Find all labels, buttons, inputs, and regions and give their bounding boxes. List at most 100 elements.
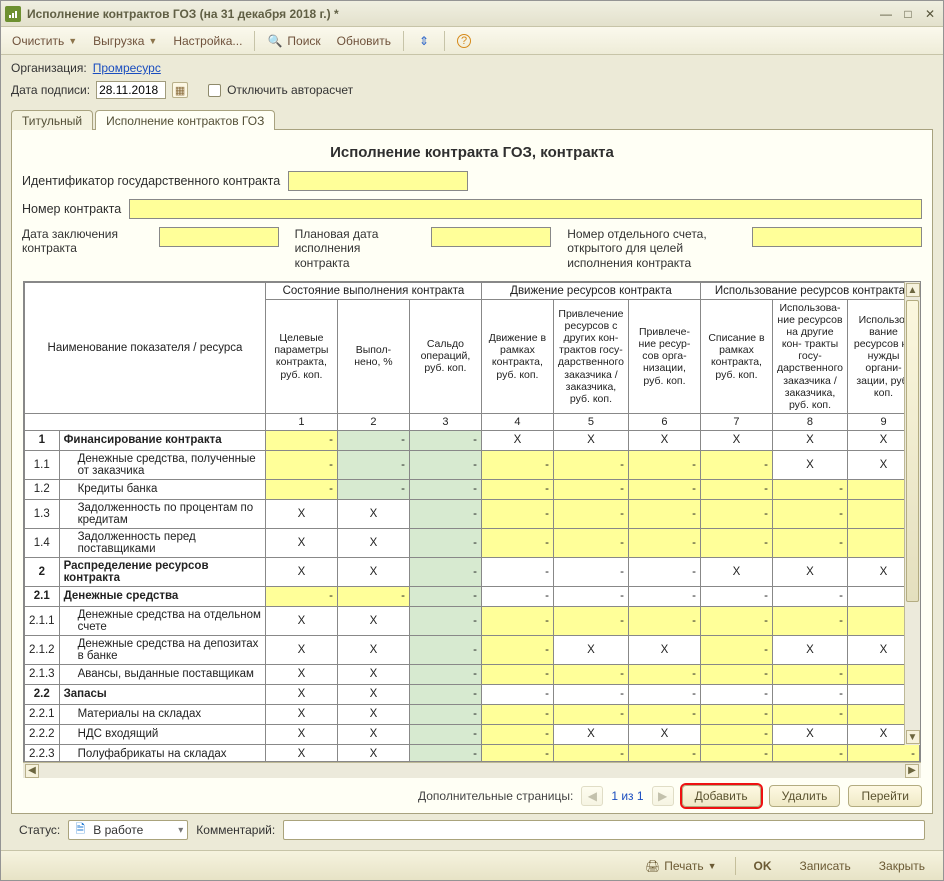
grid-cell[interactable]: - [553,479,628,499]
ident-field[interactable] [288,171,468,191]
contract-date-field[interactable] [159,227,279,247]
grid-cell[interactable]: - [553,606,628,635]
grid-cell[interactable]: - [265,450,337,479]
clear-menu[interactable]: Очистить ▼ [5,30,84,52]
grid-cell[interactable]: - [628,664,700,684]
delete-page-button[interactable]: Удалить [769,785,841,807]
grid-cell[interactable]: - [700,606,772,635]
toolbar-separator [403,31,404,51]
print-button[interactable]: 🖨 Печать ▼ [635,855,726,877]
maximize-button[interactable]: □ [899,6,917,22]
grid-cell[interactable]: - [628,606,700,635]
grid-cell[interactable]: - [481,528,553,557]
grid-cell[interactable]: - [553,664,628,684]
grid-cell[interactable]: - [772,528,847,557]
tab-title-sheet[interactable]: Титульный [11,110,93,130]
search-button[interactable]: 🔍 Поиск [260,30,327,52]
number-field[interactable] [129,199,922,219]
account-field[interactable] [752,227,922,247]
grid-cell[interactable]: - [628,744,700,762]
tab-exec-sheet[interactable]: Исполнение контрактов ГОЗ [95,110,275,130]
grid-cell[interactable]: - [481,664,553,684]
grid-cell[interactable]: - [481,499,553,528]
comment-input[interactable] [283,820,925,840]
grid-cell[interactable]: - [848,744,920,762]
grid-cell[interactable]: - [265,586,337,606]
grid-cell: X [265,528,337,557]
grid-cell[interactable]: - [700,479,772,499]
scroll-down-icon[interactable]: ▼ [906,730,920,744]
grid-cell[interactable]: - [553,499,628,528]
grid-cell[interactable]: - [265,479,337,499]
disable-autocalc-checkbox[interactable] [208,84,221,97]
grid-scroll-area[interactable]: Наименование показателя / ресурса Состоя… [23,281,921,762]
calendar-icon[interactable]: ▦ [172,82,188,98]
grid-cell[interactable]: - [700,704,772,724]
scroll-right-icon[interactable]: ▶ [905,764,919,778]
grid-cell[interactable]: - [481,606,553,635]
grid-cell[interactable]: - [481,744,553,762]
ok-button[interactable]: OK [744,855,782,877]
grid-cell[interactable]: - [481,635,553,664]
export-menu[interactable]: Выгрузка ▼ [86,30,164,52]
grid-cell[interactable]: - [553,744,628,762]
row-code: 1.2 [25,479,60,499]
col-header: Целевые параметры контракта, руб. коп. [265,300,337,414]
vertical-scrollbar[interactable]: ▲ ▼ [904,282,920,745]
grid-cell[interactable]: - [700,450,772,479]
grid-cell[interactable]: - [553,450,628,479]
sign-date-input[interactable] [96,81,166,99]
pager-prev-button[interactable]: ◀ [581,786,603,806]
grid-cell: X [628,724,700,744]
grid-cell[interactable]: - [628,528,700,557]
close-window-button[interactable]: ✕ [921,6,939,22]
grid-cell: X [700,430,772,450]
settings-button[interactable]: Настройка... [166,30,249,52]
close-button[interactable]: Закрыть [869,855,935,877]
grid-cell[interactable]: - [700,635,772,664]
grid-cell[interactable]: - [772,744,847,762]
grid-cell[interactable]: - [481,450,553,479]
grid-cell[interactable]: - [553,704,628,724]
status-selector[interactable]: 🗎 В работе ▾ [68,820,188,840]
grid-cell[interactable]: - [265,430,337,450]
add-page-button[interactable]: Добавить [682,785,761,807]
horizontal-scrollbar[interactable]: ◀ ▶ [23,762,921,778]
grid-cell[interactable]: - [481,724,553,744]
grid-cell[interactable]: - [481,479,553,499]
plan-date-field[interactable] [431,227,551,247]
refresh-button[interactable]: Обновить [330,30,398,52]
scroll-up-icon[interactable]: ▲ [906,283,920,297]
scroll-thumb[interactable] [906,300,919,602]
grid-cell[interactable]: - [553,528,628,557]
grid-cell[interactable]: - [481,704,553,724]
grid-cell[interactable]: - [700,664,772,684]
help-button[interactable]: ? [450,30,478,52]
grid-cell[interactable]: - [772,606,847,635]
grid-cell[interactable]: - [628,704,700,724]
grid-cell[interactable]: - [628,479,700,499]
table-row: 2.2.3Полуфабрикаты на складахXX------- [25,744,920,762]
goto-page-button[interactable]: Перейти [848,785,922,807]
grid-cell[interactable]: - [337,586,409,606]
grid-cell[interactable]: - [772,704,847,724]
grid-cell[interactable]: - [700,528,772,557]
grid-cell: X [265,704,337,724]
scroll-left-icon[interactable]: ◀ [25,764,39,778]
expand-button[interactable]: ⇕ [409,30,439,52]
grid-cell: - [409,684,481,704]
grid-cell[interactable]: - [772,479,847,499]
grid-cell[interactable]: - [772,499,847,528]
toolbar-separator [444,31,445,51]
grid-cell: X [772,450,847,479]
grid-cell[interactable]: - [628,450,700,479]
grid-cell[interactable]: - [700,744,772,762]
grid-cell[interactable]: - [700,499,772,528]
minimize-button[interactable]: — [877,6,895,22]
grid-cell[interactable]: - [700,724,772,744]
organization-link[interactable]: Промресурс [93,61,161,75]
pager-next-button[interactable]: ▶ [652,786,674,806]
grid-cell[interactable]: - [772,664,847,684]
write-button[interactable]: Записать [790,855,861,877]
grid-cell[interactable]: - [628,499,700,528]
